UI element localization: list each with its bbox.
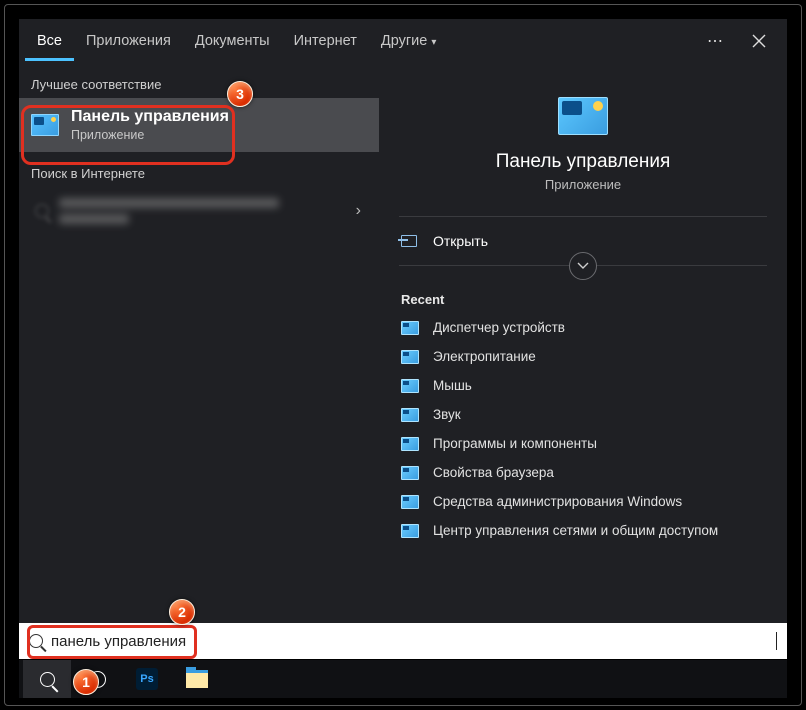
cpl-icon xyxy=(401,524,419,538)
tab-all[interactable]: Все xyxy=(25,21,74,61)
control-panel-icon xyxy=(558,97,608,135)
recent-item[interactable]: Средства администрирования Windows xyxy=(389,487,777,516)
result-title: Панель управления xyxy=(71,108,229,126)
cpl-icon xyxy=(401,495,419,509)
cpl-icon xyxy=(401,379,419,393)
recent-item[interactable]: Программы и компоненты xyxy=(389,429,777,458)
search-tabs: Все Приложения Документы Интернет Другие… xyxy=(19,19,787,63)
tab-apps[interactable]: Приложения xyxy=(74,21,183,61)
chevron-right-icon: › xyxy=(350,202,367,220)
recent-item[interactable]: Электропитание xyxy=(389,342,777,371)
cpl-icon xyxy=(401,350,419,364)
expand-button[interactable] xyxy=(569,252,597,280)
photoshop-icon: Ps xyxy=(136,668,158,690)
web-search-result[interactable]: › xyxy=(19,187,379,235)
recent-item[interactable]: Мышь xyxy=(389,371,777,400)
recent-item[interactable]: Центр управления сетями и общим доступом xyxy=(389,516,777,545)
tab-internet[interactable]: Интернет xyxy=(282,21,369,61)
recent-item[interactable]: Диспетчер устройств xyxy=(389,313,777,342)
open-label: Открыть xyxy=(433,233,488,249)
cpl-icon xyxy=(401,321,419,335)
open-icon xyxy=(401,235,417,247)
more-options-button[interactable]: ⋯ xyxy=(693,19,737,63)
search-input[interactable]: панель управления xyxy=(51,633,768,650)
preview-subtitle: Приложение xyxy=(545,177,621,192)
taskbar-explorer-button[interactable] xyxy=(173,660,221,698)
taskbar-search-button[interactable] xyxy=(23,660,71,698)
recent-item[interactable]: Свойства браузера xyxy=(389,458,777,487)
chevron-down-icon: ▾ xyxy=(431,37,436,48)
search-panel: Все Приложения Документы Интернет Другие… xyxy=(19,19,787,623)
recent-item[interactable]: Звук xyxy=(389,400,777,429)
taskbar-photoshop-button[interactable]: Ps xyxy=(123,660,171,698)
search-icon xyxy=(40,672,55,687)
cpl-icon xyxy=(401,408,419,422)
results-column: Лучшее соответствие Панель управления Пр… xyxy=(19,63,379,623)
cpl-icon xyxy=(401,466,419,480)
search-icon xyxy=(35,204,49,218)
cpl-icon xyxy=(401,437,419,451)
best-match-result[interactable]: Панель управления Приложение xyxy=(19,98,379,152)
tab-more[interactable]: Другие▾ xyxy=(369,21,448,61)
web-search-label: Поиск в Интернете xyxy=(19,152,379,187)
search-bar[interactable]: панель управления xyxy=(19,623,787,659)
taskbar: Ps xyxy=(19,660,787,698)
preview-column: Панель управления Приложение Открыть xyxy=(379,63,787,623)
window-frame: Все Приложения Документы Интернет Другие… xyxy=(4,4,802,706)
preview-title: Панель управления xyxy=(496,151,671,173)
result-subtitle: Приложение xyxy=(71,128,229,142)
close-button[interactable] xyxy=(737,19,781,63)
file-explorer-icon xyxy=(186,670,208,688)
annotation-marker-2: 2 xyxy=(169,599,195,625)
annotation-marker-1: 1 xyxy=(73,669,99,695)
annotation-marker-3: 3 xyxy=(227,81,253,107)
search-icon xyxy=(29,634,43,648)
tab-documents[interactable]: Документы xyxy=(183,21,282,61)
recent-list: Диспетчер устройств Электропитание Мышь … xyxy=(379,313,787,551)
control-panel-icon xyxy=(31,114,59,136)
best-match-label: Лучшее соответствие xyxy=(19,63,379,98)
